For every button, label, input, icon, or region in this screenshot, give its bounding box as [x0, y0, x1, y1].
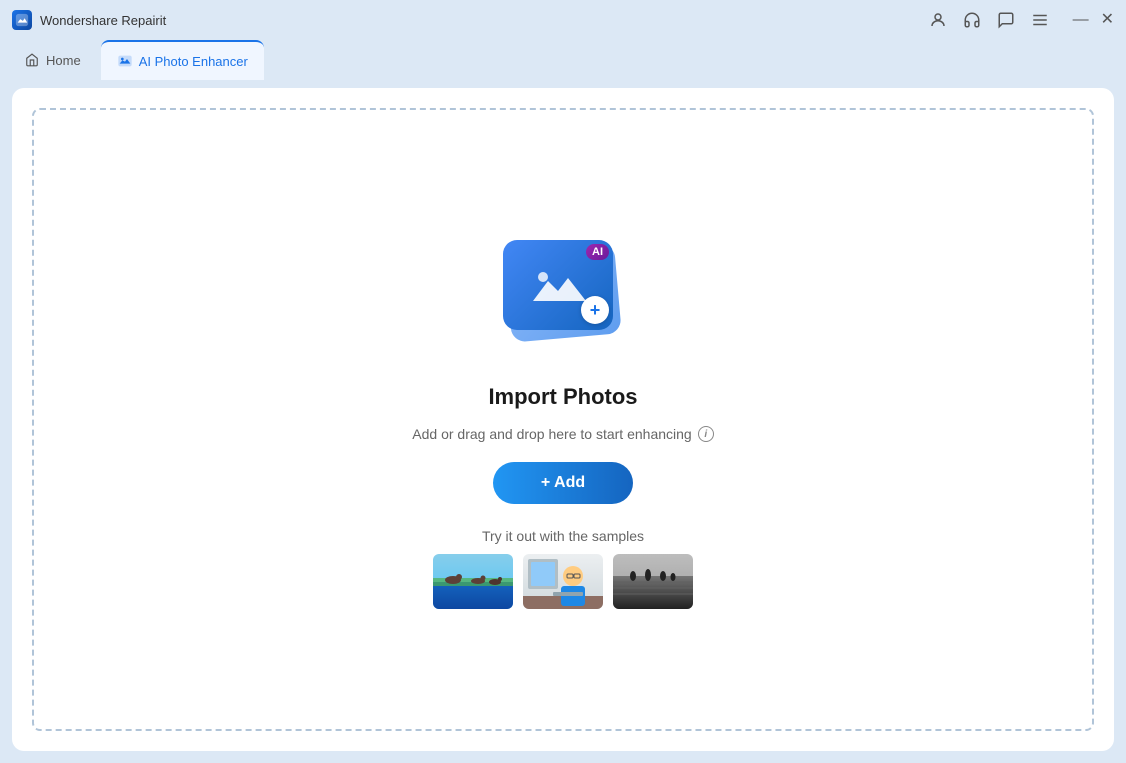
- drop-zone[interactable]: AI + Import Photos Add or drag and drop …: [32, 108, 1094, 731]
- import-title: Import Photos: [488, 384, 637, 410]
- samples-label: Try it out with the samples: [482, 528, 644, 544]
- close-button[interactable]: ✕: [1101, 12, 1114, 28]
- app-title: Wondershare Repairit: [40, 13, 166, 28]
- add-button[interactable]: + Add: [493, 462, 633, 504]
- tab-ai-photo-enhancer[interactable]: AI Photo Enhancer: [101, 40, 264, 80]
- headphones-icon[interactable]: [963, 11, 981, 29]
- title-bar-left: Wondershare Repairit: [12, 10, 166, 30]
- ai-badge: AI: [586, 244, 609, 260]
- minimize-button[interactable]: —: [1073, 12, 1089, 28]
- home-icon: [24, 52, 40, 68]
- title-bar: Wondershare Repairit: [0, 0, 1126, 40]
- tab-bar: Home AI Photo Enhancer: [0, 40, 1126, 80]
- ai-photo-enhancer-tab-icon: [117, 53, 133, 69]
- sample-image-2[interactable]: [523, 554, 603, 609]
- tab-home[interactable]: Home: [8, 40, 97, 80]
- app-icon: [12, 10, 32, 30]
- ai-photo-icon: AI +: [498, 230, 628, 360]
- samples-section: Try it out with the samples: [433, 528, 693, 609]
- tab-home-label: Home: [46, 53, 81, 68]
- user-icon[interactable]: [929, 11, 947, 29]
- sample-image-1[interactable]: [433, 554, 513, 609]
- title-bar-right: — ✕: [929, 11, 1114, 29]
- icon-front: AI +: [503, 240, 613, 330]
- main-content: AI + Import Photos Add or drag and drop …: [0, 80, 1126, 763]
- add-badge: +: [581, 296, 609, 324]
- info-icon[interactable]: i: [698, 426, 714, 442]
- tab-ai-photo-enhancer-label: AI Photo Enhancer: [139, 54, 248, 69]
- samples-row: [433, 554, 693, 609]
- content-card: AI + Import Photos Add or drag and drop …: [12, 88, 1114, 751]
- window-controls: — ✕: [1073, 12, 1114, 28]
- menu-icon[interactable]: [1031, 11, 1049, 29]
- chat-icon[interactable]: [997, 11, 1015, 29]
- sample-image-3[interactable]: [613, 554, 693, 609]
- import-subtitle: Add or drag and drop here to start enhan…: [412, 426, 713, 442]
